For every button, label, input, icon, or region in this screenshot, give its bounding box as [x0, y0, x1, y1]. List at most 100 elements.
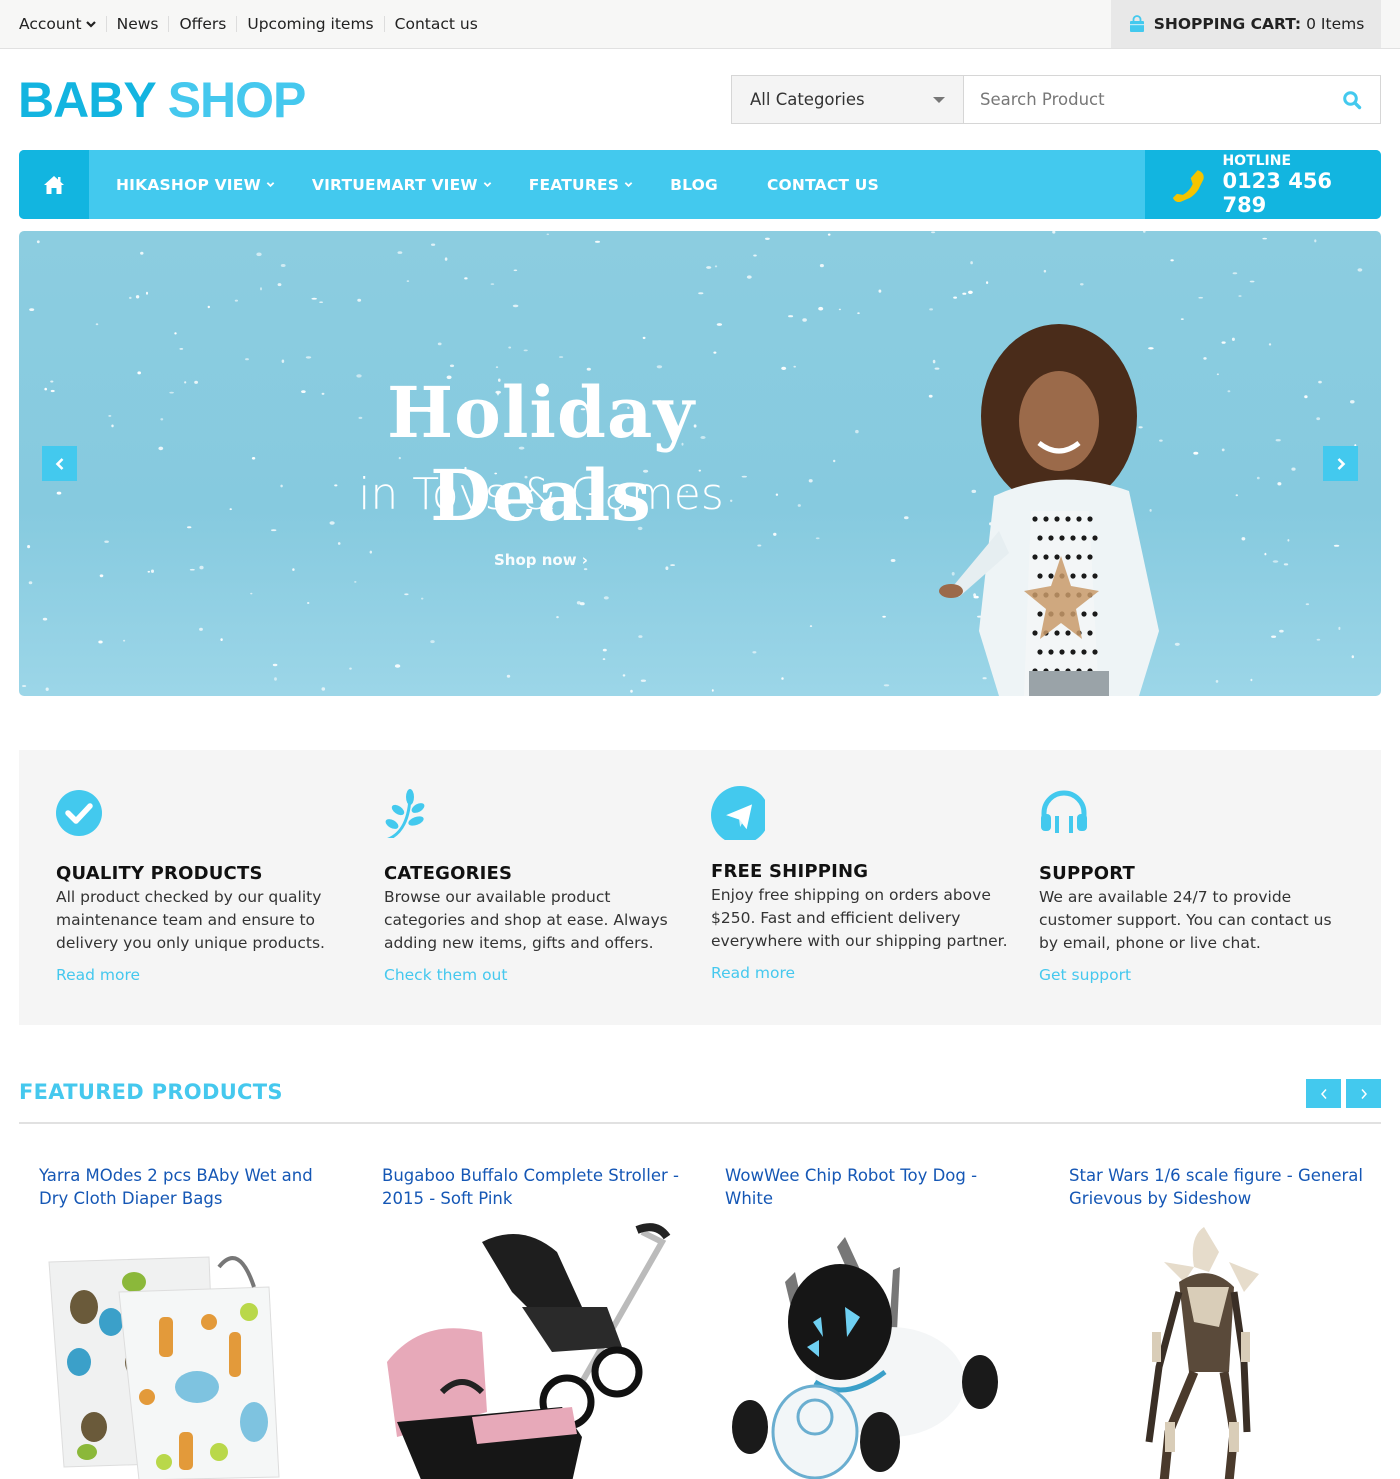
snow-fleck: [576, 601, 581, 605]
chevron-down-icon: [266, 182, 275, 188]
feature-text: Browse our available product categories …: [384, 888, 668, 952]
shirt-dot: [1081, 535, 1087, 541]
snow-fleck: [187, 526, 192, 529]
product-name-link[interactable]: WowWee Chip Robot Toy Dog - White: [725, 1164, 1025, 1210]
shirt-dot: [1032, 630, 1038, 636]
snow-fleck: [878, 289, 882, 293]
product-name-link[interactable]: Star Wars 1/6 scale figure - General Gri…: [1069, 1164, 1369, 1210]
snow-fleck: [656, 365, 663, 369]
nav-item-label: HIKASHOP VIEW: [116, 175, 261, 194]
snow-fleck: [394, 664, 401, 668]
hotline-text: HOTLINE 0123 456 789: [1222, 153, 1381, 217]
chevron-down-icon: [624, 182, 633, 188]
snow-fleck: [147, 570, 151, 573]
snow-fleck: [904, 516, 909, 520]
snow-fleck: [793, 365, 796, 368]
category-select[interactable]: All Categories: [732, 76, 964, 123]
snow-fleck: [788, 315, 794, 318]
snow-fleck: [292, 568, 295, 571]
snow-fleck: [595, 240, 600, 243]
shirt-dot: [1065, 630, 1071, 636]
featured-prev-button[interactable]: [1306, 1079, 1341, 1108]
snow-fleck: [546, 233, 550, 236]
feature-support: SUPPORT We are available 24/7 to provide…: [1039, 788, 1339, 984]
product-name-link[interactable]: Yarra MOdes 2 pcs BAby Wet and Dry Cloth…: [39, 1164, 339, 1210]
feature-link[interactable]: Check them out: [384, 966, 684, 984]
product-image-stroller[interactable]: [382, 1222, 682, 1479]
snow-fleck: [932, 359, 936, 364]
slider-prev-button[interactable]: [42, 446, 77, 481]
snow-fleck: [630, 689, 633, 693]
snow-fleck: [1350, 400, 1355, 404]
product-card: WowWee Chip Robot Toy Dog - White: [725, 1164, 1025, 1479]
hero-slider[interactable]: Holiday Deals in Toys & Games Shop now ›: [19, 231, 1381, 696]
shopping-cart-button[interactable]: SHOPPING CART: 0 Items: [1111, 0, 1381, 48]
nav-item-blog[interactable]: BLOG: [670, 176, 718, 194]
snow-fleck: [95, 323, 99, 326]
top-link-upcoming-items[interactable]: Upcoming items: [236, 16, 383, 32]
snow-fleck: [42, 617, 48, 621]
snow-fleck: [280, 264, 286, 267]
snow-fleck: [229, 508, 232, 511]
feature-text: We are available 24/7 to provide custome…: [1039, 888, 1332, 952]
snow-fleck: [1249, 280, 1255, 283]
top-link-contact-us[interactable]: Contact us: [383, 16, 488, 32]
snow-fleck: [234, 299, 238, 302]
search-button[interactable]: [1324, 76, 1380, 123]
snow-fleck: [827, 233, 831, 236]
nav-item-virtuemart-view[interactable]: VIRTUEMART VIEW: [312, 176, 492, 194]
snow-fleck: [1272, 560, 1279, 563]
home-button[interactable]: [19, 150, 89, 219]
snow-fleck: [1333, 544, 1340, 547]
shirt-dot: [1043, 516, 1049, 522]
top-link-label: Account: [19, 15, 82, 33]
snow-fleck: [1043, 269, 1047, 273]
snow-fleck: [1305, 603, 1310, 606]
slider-next-button[interactable]: [1323, 446, 1358, 481]
headphones-icon: [1041, 790, 1087, 833]
snow-fleck: [319, 301, 323, 303]
shirt-dot: [1037, 649, 1043, 655]
nav-item-features[interactable]: FEATURES: [529, 176, 633, 194]
snow-fleck: [1314, 239, 1317, 243]
snow-fleck: [602, 648, 607, 652]
snow-fleck: [928, 394, 933, 398]
nav-item-contact-us[interactable]: CONTACT US: [767, 176, 879, 194]
shop-now-link[interactable]: Shop now ›: [471, 551, 611, 569]
feature-link[interactable]: Get support: [1039, 966, 1339, 984]
feature-link[interactable]: Read more: [711, 964, 1011, 982]
shirt-dot: [1059, 649, 1065, 655]
top-link-account[interactable]: Account: [19, 16, 106, 32]
top-link-news[interactable]: News: [105, 16, 169, 32]
site-logo[interactable]: BABY SHOP: [18, 72, 306, 128]
snow-fleck: [449, 364, 455, 368]
snow-fleck: [431, 243, 436, 246]
hotline[interactable]: HOTLINE 0123 456 789: [1145, 150, 1381, 219]
featured-next-button[interactable]: [1346, 1079, 1381, 1108]
snow-fleck: [354, 581, 357, 583]
nav-item-hikashop-view[interactable]: HIKASHOP VIEW: [116, 176, 275, 194]
snow-fleck: [602, 658, 606, 661]
shirt-dot: [1076, 516, 1082, 522]
snow-fleck: [1232, 272, 1238, 275]
search-input[interactable]: [964, 76, 1324, 123]
product-image-diaper-bags[interactable]: [39, 1222, 339, 1479]
snow-fleck: [970, 261, 973, 265]
snow-fleck: [108, 415, 112, 417]
top-link-offers[interactable]: Offers: [168, 16, 236, 32]
feature-link[interactable]: Read more: [56, 966, 356, 984]
snow-fleck: [430, 640, 435, 644]
snow-fleck: [929, 308, 933, 311]
shirt-dot: [1092, 535, 1098, 541]
snow-fleck: [1287, 539, 1290, 542]
product-name-link[interactable]: Bugaboo Buffalo Complete Stroller - 2015…: [382, 1164, 682, 1210]
shirt-dot: [1081, 611, 1087, 617]
product-image-robot-dog[interactable]: [725, 1222, 1025, 1479]
main-nav: HIKASHOP VIEW VIRTUEMART VIEW FEATURES B…: [19, 150, 1381, 219]
snow-fleck: [855, 429, 859, 434]
snow-fleck: [29, 308, 35, 311]
product-image-action-figure[interactable]: [1069, 1222, 1369, 1479]
features-section: QUALITY PRODUCTS All product checked by …: [19, 750, 1381, 1025]
snow-fleck: [1264, 552, 1267, 556]
snow-fleck: [281, 359, 285, 363]
